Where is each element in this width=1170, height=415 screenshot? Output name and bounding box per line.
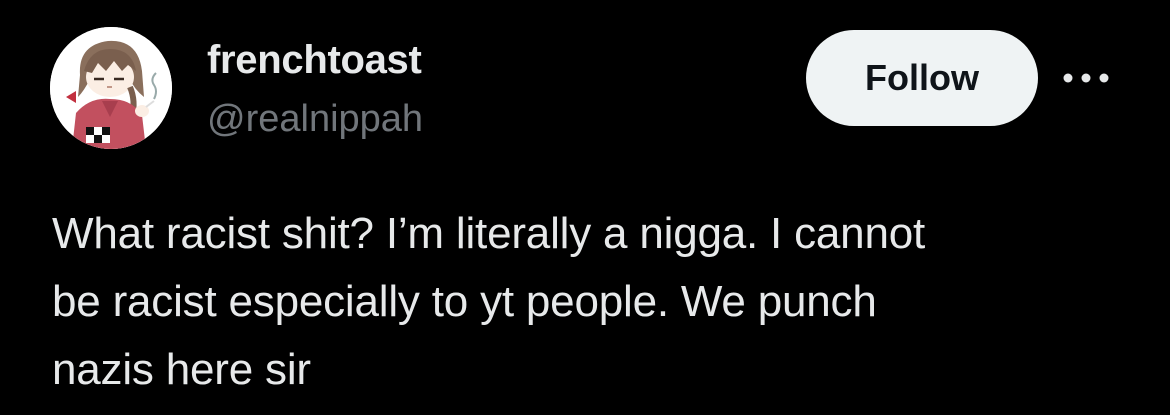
avatar[interactable] xyxy=(50,27,172,149)
tweet-text: What racist shit? I’m literally a nigga.… xyxy=(52,209,926,394)
more-options-icon xyxy=(1063,73,1109,83)
follow-button[interactable]: Follow xyxy=(806,30,1038,126)
display-name[interactable]: frenchtoast xyxy=(207,36,422,84)
user-handle[interactable]: @realnippah xyxy=(207,96,423,142)
anime-character-avatar-icon xyxy=(50,27,172,149)
more-options-button[interactable] xyxy=(1058,58,1114,98)
tweet-card: frenchtoast @realnippah Follow What raci… xyxy=(0,0,1170,415)
